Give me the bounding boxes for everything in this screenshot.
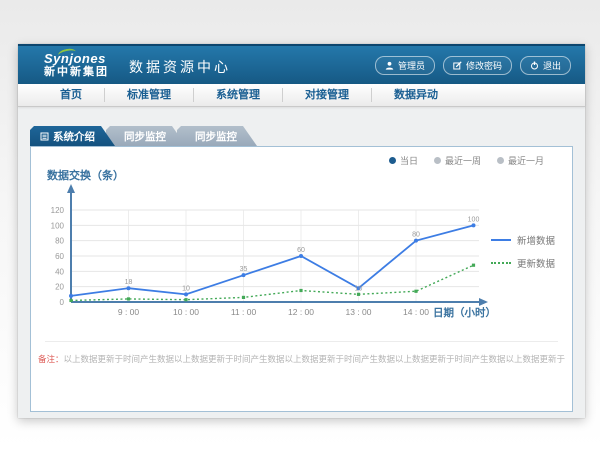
- document-icon: [40, 132, 49, 141]
- svg-text:120: 120: [51, 206, 65, 215]
- tab-sync-monitor-1[interactable]: 同步监控: [106, 126, 186, 146]
- change-password-label: 修改密码: [466, 59, 502, 72]
- change-password-button[interactable]: 修改密码: [443, 56, 512, 75]
- main-nav: 首页 标准管理 系统管理 对接管理 数据异动: [18, 84, 585, 107]
- svg-text:13 : 00: 13 : 00: [346, 307, 372, 317]
- header-actions: 管理员 修改密码 退出: [375, 56, 571, 75]
- tab-sync-monitor-2-label: 同步监控: [195, 129, 237, 144]
- logout-button[interactable]: 退出: [520, 56, 571, 75]
- nav-item-standard-mgmt[interactable]: 标准管理: [104, 88, 193, 102]
- svg-text:10: 10: [182, 285, 190, 292]
- logo: Synjones 新中新集团: [44, 52, 109, 78]
- nav-item-interface-mgmt[interactable]: 对接管理: [282, 88, 371, 102]
- logo-text-cn: 新中新集团: [44, 67, 109, 78]
- svg-text:40: 40: [55, 267, 64, 276]
- dotted-line-icon: [491, 262, 511, 264]
- tab-system-intro[interactable]: 系统介绍: [30, 126, 115, 146]
- footnote: 备注：以上数据更新于时间产生数据以上数据更新于时间产生数据以上数据更新于时间产生…: [31, 353, 572, 365]
- edit-icon: [453, 61, 462, 70]
- svg-text:14 : 00: 14 : 00: [403, 307, 429, 317]
- logout-label: 退出: [543, 59, 561, 72]
- solid-line-icon: [491, 239, 511, 241]
- logo-text-en: Synjones: [44, 52, 109, 65]
- x-axis-title: 日期（小时）: [433, 305, 496, 320]
- svg-text:35: 35: [240, 266, 248, 273]
- legend-item-update-data[interactable]: 更新数据: [491, 256, 555, 270]
- chart-legend: 新增数据 更新数据: [491, 233, 555, 279]
- svg-text:60: 60: [55, 252, 64, 261]
- svg-text:11 : 00: 11 : 00: [231, 307, 257, 317]
- note-divider: [45, 341, 558, 342]
- tab-sync-monitor-1-label: 同步监控: [124, 129, 166, 144]
- svg-text:20: 20: [55, 283, 64, 292]
- footnote-text: 以上数据更新于时间产生数据以上数据更新于时间产生数据以上数据更新于时间产生数据以…: [64, 354, 566, 364]
- footnote-prefix: 备注：: [38, 354, 64, 364]
- svg-text:10: 10: [355, 285, 363, 292]
- admin-user-label: 管理员: [398, 59, 425, 72]
- svg-text:18: 18: [125, 279, 133, 286]
- user-icon: [385, 61, 394, 70]
- svg-text:9 : 00: 9 : 00: [118, 307, 140, 317]
- content-panel: 当日 最近一周 最近一月 数据交换（条） 0204060801001209 : …: [30, 146, 573, 412]
- svg-text:12 : 00: 12 : 00: [288, 307, 314, 317]
- legend-item-new-data[interactable]: 新增数据: [491, 233, 555, 247]
- svg-text:100: 100: [51, 221, 65, 230]
- svg-text:100: 100: [468, 216, 480, 223]
- svg-text:80: 80: [55, 237, 64, 246]
- tab-sync-monitor-2[interactable]: 同步监控: [177, 126, 257, 146]
- power-icon: [530, 61, 539, 70]
- legend-update-data-label: 更新数据: [517, 256, 555, 270]
- admin-user-button[interactable]: 管理员: [375, 56, 435, 75]
- page-title: 数据资源中心: [129, 57, 231, 77]
- legend-new-data-label: 新增数据: [517, 233, 555, 247]
- tab-bar: 系统介绍 同步监控 同步监控: [30, 126, 585, 146]
- svg-text:60: 60: [297, 247, 305, 254]
- svg-text:10 : 00: 10 : 00: [173, 307, 199, 317]
- tab-system-intro-label: 系统介绍: [53, 129, 95, 144]
- nav-item-home[interactable]: 首页: [38, 88, 104, 102]
- header-bar: Synjones 新中新集团 数据资源中心 管理员 修改密码 退出: [18, 44, 585, 84]
- nav-item-data-change[interactable]: 数据异动: [371, 88, 460, 102]
- app-window: Synjones 新中新集团 数据资源中心 管理员 修改密码 退出: [18, 44, 585, 418]
- svg-text:80: 80: [412, 232, 420, 239]
- svg-text:0: 0: [60, 298, 65, 307]
- nav-item-system-mgmt[interactable]: 系统管理: [193, 88, 282, 102]
